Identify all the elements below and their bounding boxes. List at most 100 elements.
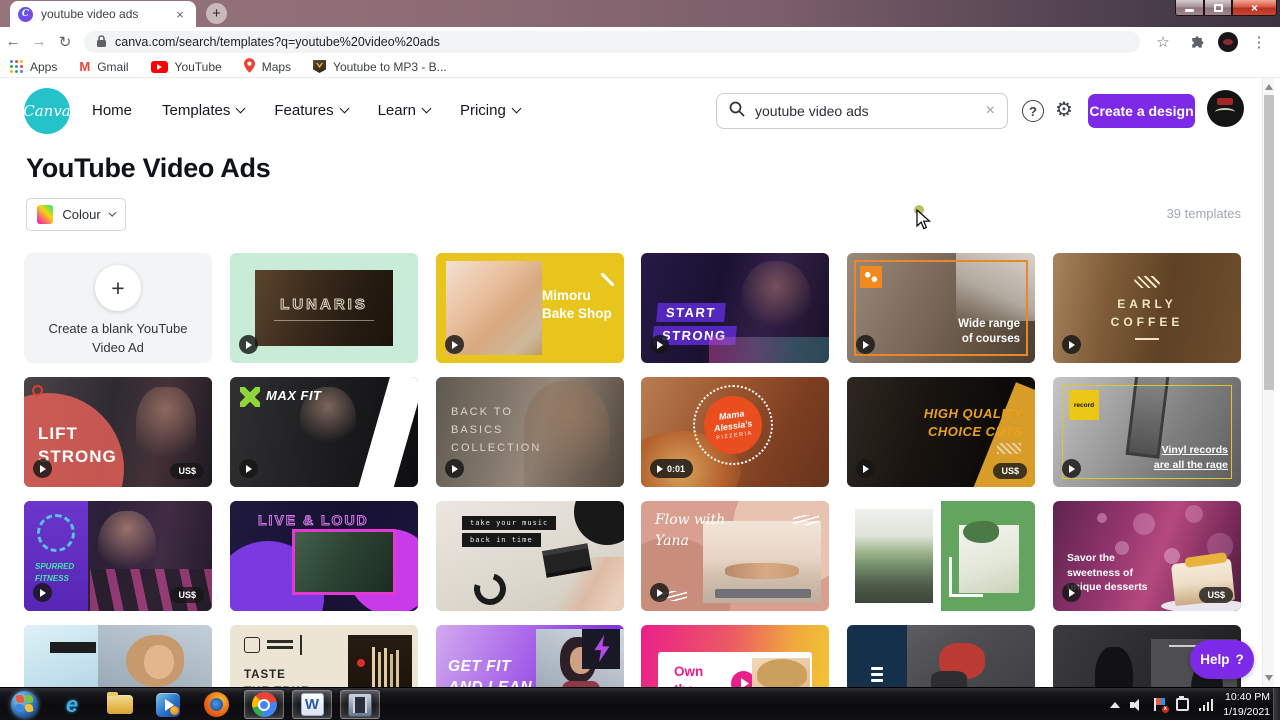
template-card-pizzeria[interactable]: Mama Alessia's PIZZERIA 0:01 [641,377,829,487]
card-text-line: TASTE [244,669,286,681]
template-card-max-fit[interactable]: MAX FIT [230,377,418,487]
card-art [24,625,98,687]
tab-close-icon[interactable]: × [172,6,188,22]
card-text-line: Flow with [655,512,726,528]
taskbar-clock[interactable]: 10:40 PM 1/19/2021 [1223,690,1270,718]
create-blank-label: Create a blank YouTube Video Ad [48,321,188,355]
taskbar-chrome-active[interactable] [244,690,284,719]
taskbar-internet-explorer[interactable]: e [52,690,92,719]
card-art [1095,647,1133,687]
bookmark-youtube[interactable]: YouTube [150,60,222,74]
extensions-puzzle-icon[interactable] [1184,29,1210,55]
colour-filter-button[interactable]: Colour [26,198,126,231]
maximize-button[interactable] [1204,0,1232,16]
nav-label: Home [92,102,133,119]
create-a-design-button[interactable]: Create a design [1088,94,1195,128]
template-card-start-strong[interactable]: START STRONG [641,253,829,363]
windows-start-icon [10,691,38,718]
template-card-green-office[interactable] [847,501,1035,611]
show-desktop-button[interactable] [1273,688,1280,720]
browser-tab[interactable]: C youtube video ads × [10,1,196,27]
tray-expand-icon[interactable] [1109,701,1120,708]
scroll-down-arrow[interactable] [1265,675,1273,683]
new-tab-button[interactable]: + [206,3,227,24]
card-title: HIGH QUALITY CHOICE CUTS [924,405,1023,440]
card-text-line: Mimoru [542,288,591,303]
scroll-up-arrow[interactable] [1265,82,1273,90]
back-icon[interactable]: ← [0,29,26,55]
card-title: Wide range of courses [958,317,1020,348]
action-center-flag-icon[interactable]: x [1153,698,1169,713]
forward-icon[interactable]: → [26,29,52,55]
create-blank-card[interactable]: + Create a blank YouTube Video Ad [24,253,212,363]
page-scrollbar[interactable] [1262,78,1274,687]
taskbar-movie-maker-active[interactable] [340,690,380,719]
taskbar-word-active[interactable]: W [292,690,332,719]
video-duration: 0:01 [667,463,686,474]
gear-icon[interactable]: ⚙ [1055,97,1073,122]
template-card-earbuds[interactable] [24,625,212,687]
address-bar[interactable]: canva.com/search/templates?q=youtube%20v… [84,30,1140,53]
template-card-own-the[interactable]: Own the [641,625,829,687]
template-card-live-and-loud[interactable]: LIVE & LOUD [230,501,418,611]
taskbar-file-explorer[interactable] [100,690,140,719]
template-card-lunaris[interactable]: LUNARIS [230,253,418,363]
minimize-button[interactable] [1175,0,1204,16]
bookmark-maps[interactable]: Maps [243,57,291,76]
template-card-spurred-fitness[interactable]: SPURRED FITNESS US$ [24,501,212,611]
taskbar-firefox[interactable] [196,690,236,719]
nav-templates[interactable]: Templates [162,102,246,119]
card-logo [1134,276,1160,288]
url-text: canva.com/search/templates?q=youtube%20v… [115,34,440,49]
maps-pin-icon [243,57,255,76]
plus-icon: + [95,265,141,311]
template-card-bake-shop[interactable]: Mimoru Bake Shop [436,253,624,363]
start-button[interactable] [4,690,44,719]
bookmark-apps[interactable]: Apps [10,60,57,74]
nav-learn[interactable]: Learn [378,102,432,119]
nav-features[interactable]: Features [274,102,350,119]
template-search-box[interactable]: × [716,93,1008,129]
volume-icon[interactable] [1129,698,1144,711]
template-card-vinyl-records[interactable]: record Vinyl records are all the rage [1053,377,1241,487]
template-card-lift-strong[interactable]: LIFT STRONG US$ [24,377,212,487]
mouse-cursor [912,205,932,232]
browser-profile-avatar[interactable] [1218,31,1238,52]
reload-icon[interactable]: ↻ [52,29,78,55]
card-title: Vinyl records are all the rage [1154,443,1228,475]
close-button[interactable]: × [1232,0,1277,16]
template-card-get-fit[interactable]: GET FIT AND LEAN [436,625,624,687]
nav-pricing[interactable]: Pricing [460,102,522,119]
help-icon[interactable]: ? [1022,100,1044,122]
tray-app-icon[interactable] [1175,696,1189,711]
template-card-desserts[interactable]: Savor the sweetness of unique desserts U… [1053,501,1241,611]
template-card-cassette[interactable]: take your music back in time [436,501,624,611]
template-card-back-to-basics[interactable]: BACK TO BASICS COLLECTION [436,377,624,487]
bookmark-star-icon[interactable]: ☆ [1150,29,1176,55]
search-clear-icon[interactable]: × [986,102,995,120]
scrollbar-thumb[interactable] [1264,95,1274,390]
template-card-choice-cuts[interactable]: HIGH QUALITY CHOICE CUTS US$ [847,377,1035,487]
search-input[interactable] [755,103,976,119]
template-card-early-coffee[interactable]: EARLY COFFEE [1053,253,1241,363]
card-art [542,543,592,578]
card-art [855,509,933,603]
template-card-flow-with-yana[interactable]: Flow with Yana [641,501,829,611]
template-card-gym-navy[interactable] [847,625,1035,687]
card-title: Flow with Yana [655,510,725,552]
canva-logo[interactable]: Canva [23,88,71,134]
card-title: GET FIT AND LEAN [448,657,532,687]
template-card-courses[interactable]: Wide range of courses [847,253,1035,363]
taskbar-media-player[interactable] [148,690,188,719]
bookmark-mp3[interactable]: Youtube to MP3 - B... [313,60,447,74]
help-button[interactable]: Help ? [1190,640,1254,679]
card-art [144,645,174,679]
template-card-taste-the-true[interactable]: TASTE THE TRUE [230,625,418,687]
card-title: Own the [674,663,703,687]
nav-home[interactable]: Home [92,102,132,119]
card-art [468,567,512,611]
network-signal-icon[interactable] [1198,698,1214,711]
browser-menu-icon[interactable]: ⋮ [1246,29,1272,55]
account-avatar[interactable] [1207,90,1244,127]
bookmark-gmail[interactable]: M Gmail [79,59,128,74]
